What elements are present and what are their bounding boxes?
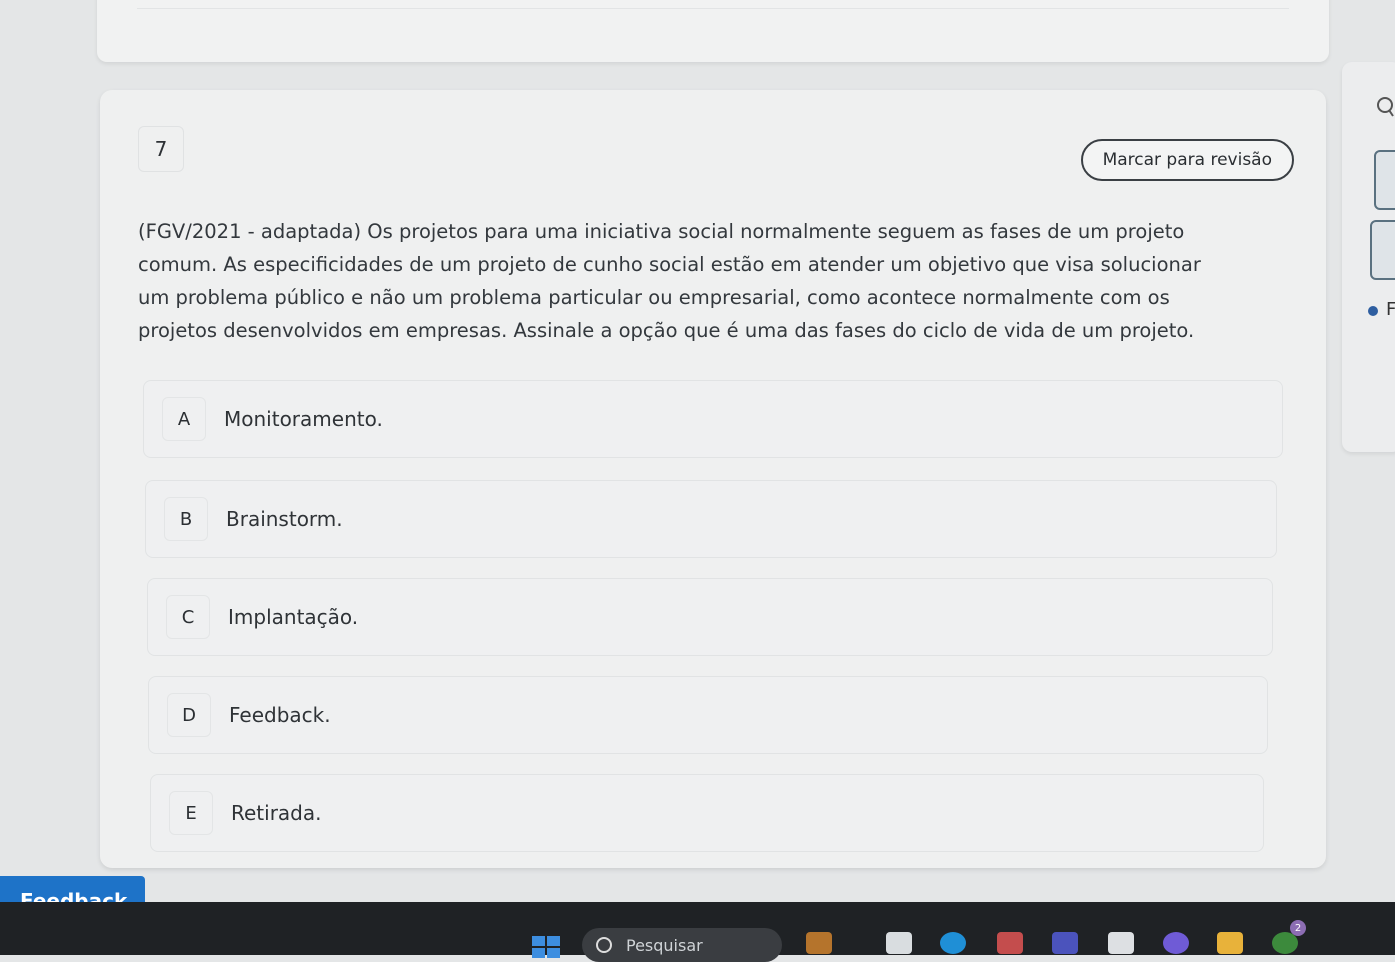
navigator-button[interactable] — [1370, 220, 1395, 280]
option-e[interactable]: E Retirada. — [150, 774, 1264, 852]
option-letter: A — [162, 397, 206, 441]
statement-line: (FGV/2021 - adaptada) Os projetos para u… — [138, 220, 1185, 243]
divider — [137, 8, 1289, 9]
option-letter: B — [164, 497, 208, 541]
question-navigator-panel: F — [1342, 62, 1395, 452]
copilot-icon[interactable] — [1163, 932, 1189, 954]
teams-icon[interactable] — [1052, 932, 1078, 954]
mail-icon[interactable] — [997, 932, 1023, 954]
option-b[interactable]: B Brainstorm. — [145, 480, 1277, 558]
question-number: 7 — [138, 126, 184, 172]
previous-question-card — [97, 0, 1329, 62]
option-letter: E — [169, 791, 213, 835]
option-text: Feedback. — [229, 703, 331, 727]
question-card: 7 Marcar para revisão (FGV/2021 - adapta… — [100, 90, 1326, 868]
store-icon[interactable] — [1108, 932, 1134, 954]
option-text: Monitoramento. — [224, 407, 383, 431]
option-letter: D — [167, 693, 211, 737]
navigator-label: F — [1386, 299, 1395, 320]
question-statement: (FGV/2021 - adaptada) Os projetos para u… — [138, 215, 1278, 347]
navigator-button[interactable] — [1374, 150, 1395, 210]
option-letter: C — [166, 595, 210, 639]
folder-icon[interactable] — [1217, 932, 1243, 954]
statement-line: um problema público e não um problema pa… — [138, 286, 1170, 309]
option-a[interactable]: A Monitoramento. — [143, 380, 1283, 458]
option-text: Retirada. — [231, 801, 322, 825]
widgets-icon[interactable] — [806, 932, 832, 954]
taskbar-search-placeholder: Pesquisar — [626, 935, 703, 955]
option-d[interactable]: D Feedback. — [148, 676, 1268, 754]
search-icon[interactable] — [1376, 96, 1395, 123]
statement-line: projetos desenvolvidos em empresas. Assi… — [138, 319, 1195, 342]
option-text: Implantação. — [228, 605, 359, 629]
status-dot-icon — [1368, 306, 1378, 316]
option-text: Brainstorm. — [226, 507, 343, 531]
search-icon — [596, 937, 612, 953]
taskbar-search[interactable]: Pesquisar — [582, 928, 782, 962]
file-explorer-icon[interactable] — [886, 932, 912, 954]
notification-badge: 2 — [1290, 920, 1306, 936]
edge-icon[interactable] — [940, 932, 966, 954]
windows-taskbar: Pesquisar 2 — [0, 902, 1395, 962]
mark-for-review-button[interactable]: Marcar para revisão — [1080, 139, 1294, 181]
statement-line: comum. As especificidades de um projeto … — [138, 253, 1201, 276]
option-c[interactable]: C Implantação. — [147, 578, 1273, 656]
